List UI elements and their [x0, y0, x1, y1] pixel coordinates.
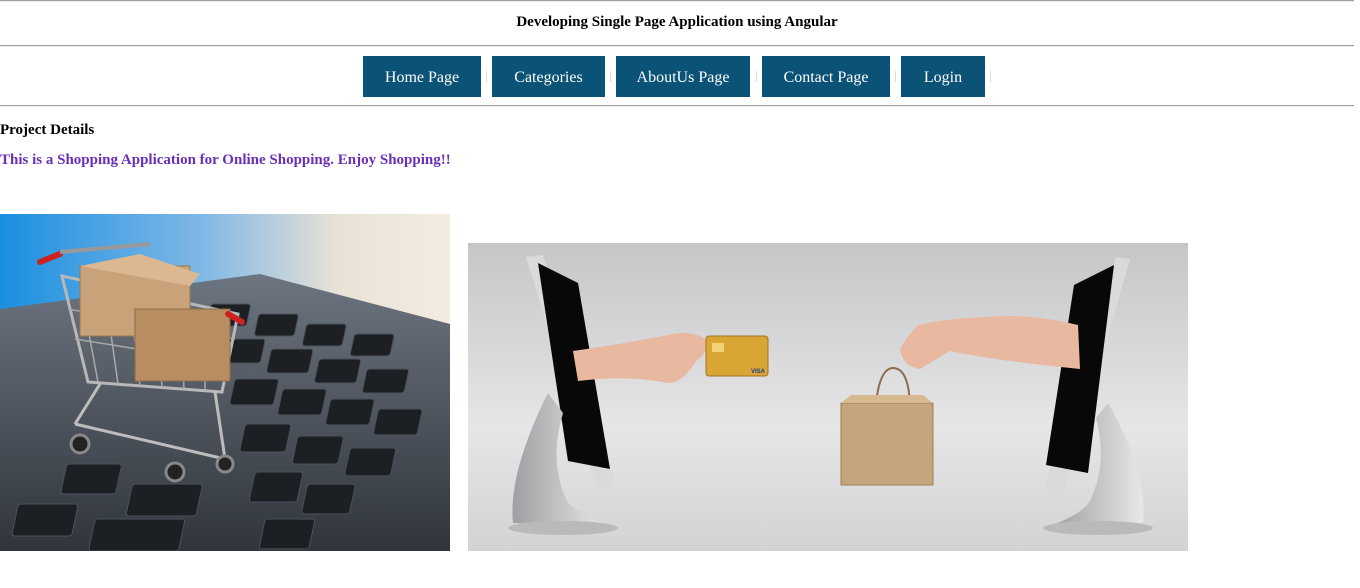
nav-home-button[interactable]: Home Page: [363, 56, 481, 97]
header-divider: [0, 45, 1354, 47]
nav-login-button[interactable]: Login: [901, 56, 985, 97]
top-divider: [0, 0, 1354, 2]
online-purchase-image: VISA: [468, 243, 1188, 551]
nav-separator: [990, 71, 991, 82]
description-text: This is a Shopping Application for Onlin…: [0, 152, 451, 168]
shopping-cart-laptop-image: [0, 214, 450, 551]
nav-aboutus-button[interactable]: AboutUs Page: [616, 56, 750, 97]
nav-separator: [610, 71, 611, 82]
section-title: Project Details: [0, 122, 95, 138]
nav-contact-button[interactable]: Contact Page: [762, 56, 890, 97]
page: Developing Single Page Application using…: [0, 0, 1360, 588]
svg-text:VISA: VISA: [751, 369, 766, 375]
page-title: Developing Single Page Application using…: [516, 14, 838, 30]
nav-separator: [756, 71, 757, 82]
nav-separator: [486, 71, 487, 82]
nav-divider: [0, 105, 1354, 107]
nav-categories-button[interactable]: Categories: [492, 56, 605, 97]
nav-separator: [895, 71, 896, 82]
main-nav: Home Page Categories AboutUs Page Contac…: [0, 56, 1354, 97]
